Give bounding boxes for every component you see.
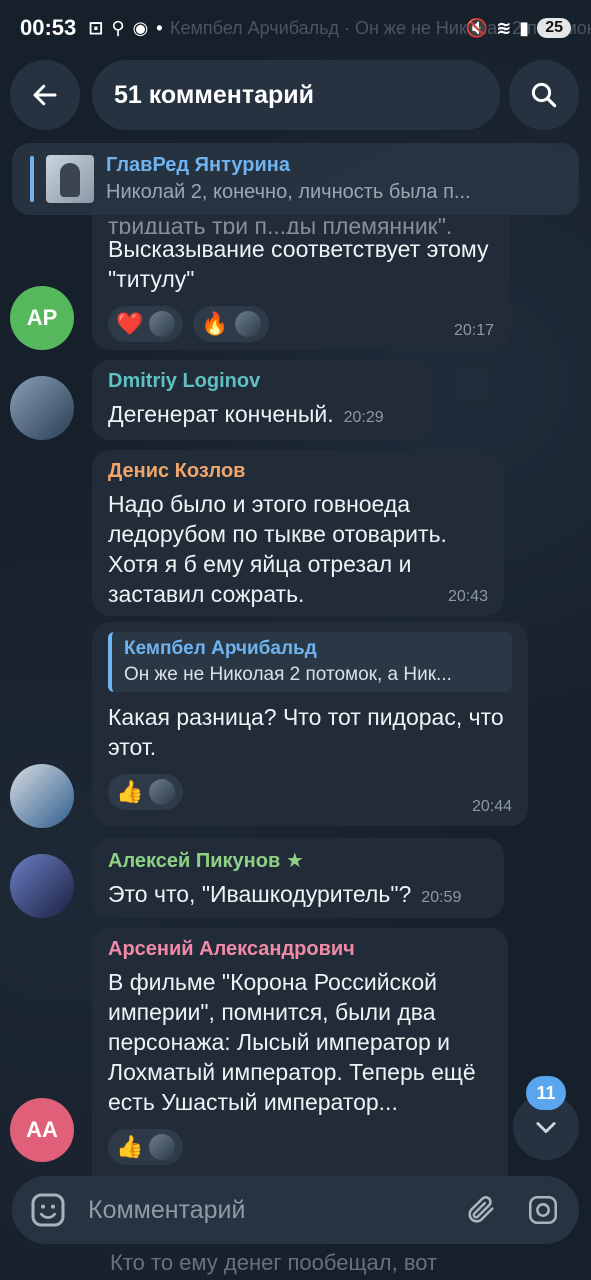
- unread-count-badge: 11: [526, 1076, 566, 1110]
- wifi-icon: ≋: [496, 17, 512, 38]
- message-time: 20:43: [447, 588, 488, 605]
- screen: Кемпбел Арчибальд · Он же не Николая 2 п…: [0, 0, 591, 1280]
- reactor-avatar: [149, 311, 176, 337]
- message-bubble[interactable]: Кемпбел Арчибальд Он же не Николая 2 пот…: [92, 622, 528, 826]
- message-text: В фильме "Корона Российской империи", по…: [108, 969, 476, 1115]
- thumbs-up-icon: 👍: [116, 1134, 144, 1159]
- pinned-accent-bar: [30, 156, 34, 202]
- title-text: 51 комментарий: [114, 80, 315, 109]
- message-time: 20:17: [453, 322, 494, 339]
- arrow-left-icon: [33, 84, 57, 106]
- camera-icon: [528, 1195, 558, 1225]
- message-bubble[interactable]: тридцать три п...ды племянник". Высказыв…: [92, 200, 510, 350]
- thumbs-up-icon: 👍: [116, 779, 144, 804]
- message-author: Арсений Александрович: [108, 938, 355, 960]
- message-text-row: Дегенерат конченый. 20:29: [108, 399, 416, 433]
- message-text: Это что, "Ивашкодуритель"?: [108, 881, 412, 907]
- paperclip-icon: [468, 1196, 494, 1223]
- status-bar: 00:53 ⊡ ⚲ ◉ • 🔇 ≋ ▮ 25: [0, 0, 591, 56]
- reaction-heart[interactable]: ❤️: [108, 306, 184, 342]
- message-author-row: Алексей Пикунов ★: [108, 848, 488, 873]
- background-faded-text: Кто то ему денег пообещал, вот: [110, 1250, 438, 1275]
- pinned-thumbnail: [46, 155, 94, 203]
- message-bubble[interactable]: Dmitriy Loginov Дегенерат конченый. 20:29: [92, 360, 432, 440]
- reaction-thumbs-up[interactable]: 👍: [108, 1129, 184, 1165]
- message-author: Денис Козлов: [108, 460, 246, 482]
- pinned-post[interactable]: ГлавРед Янтурина Николай 2, конечно, лич…: [12, 143, 579, 215]
- reactions: ❤️ 🔥: [108, 306, 494, 342]
- page-title: 51 комментарий: [92, 60, 500, 130]
- attach-button[interactable]: [461, 1190, 501, 1230]
- reactor-avatar: [149, 779, 176, 805]
- reaction-thumbs-up[interactable]: 👍: [108, 774, 184, 810]
- reactor-avatar: [234, 311, 261, 337]
- message-author: Dmitriy Loginov: [108, 370, 261, 392]
- reply-quote[interactable]: Кемпбел Арчибальд Он же не Николая 2 пот…: [108, 632, 512, 692]
- comment-input-bar: [12, 1176, 579, 1244]
- message-bubble[interactable]: Арсений Александрович В фильме "Корона Р…: [92, 928, 508, 1188]
- message-bubble[interactable]: Денис Козлов Надо было и этого говноеда …: [92, 450, 504, 616]
- star-icon: ★: [285, 850, 304, 872]
- search-icon: ⚲: [111, 17, 125, 38]
- avatar[interactable]: [10, 854, 74, 918]
- reaction-fire[interactable]: 🔥: [193, 306, 269, 342]
- avatar[interactable]: [10, 764, 74, 828]
- reactions: 👍: [108, 774, 512, 810]
- avatar[interactable]: [10, 376, 74, 440]
- chevron-down-icon: [536, 1122, 556, 1134]
- app-icon: ◉: [132, 17, 149, 38]
- comment-input[interactable]: [86, 1194, 439, 1226]
- message-text: Надо было и этого говноеда ледорубом по …: [108, 491, 447, 607]
- pinned-text-group: ГлавРед Янтурина Николай 2, конечно, лич…: [106, 154, 506, 204]
- message-text-partial: тридцать три п...ды племянник".: [108, 218, 453, 234]
- pinned-name: ГлавРед Янтурина: [106, 154, 291, 176]
- message-text-row: Это что, "Ивашкодуритель"? 20:59: [108, 879, 488, 913]
- status-time: 00:53: [20, 15, 77, 40]
- message-time: 20:59: [421, 889, 462, 906]
- message-text: Дегенерат конченый.: [108, 401, 334, 427]
- avatar-initials: AP: [26, 305, 58, 330]
- message-time: 20:29: [343, 409, 384, 426]
- status-left-icons: ⊡ ⚲ ◉ •: [88, 18, 162, 39]
- camera-button[interactable]: [523, 1190, 563, 1230]
- quote-author: Кемпбел Арчибальд: [124, 638, 317, 659]
- pinned-text: Николай 2, конечно, личность была п...: [106, 181, 471, 203]
- mute-icon: 🔇: [465, 17, 489, 38]
- battery-badge: 25: [537, 18, 571, 38]
- avatar[interactable]: AA: [10, 1098, 74, 1162]
- message-bubble[interactable]: Алексей Пикунов ★ Это что, "Ивашкодурите…: [92, 838, 504, 918]
- message-author: Алексей Пикунов: [108, 850, 281, 872]
- avatar[interactable]: AP: [10, 286, 74, 350]
- search-button[interactable]: [509, 60, 579, 130]
- heart-icon: ❤️: [116, 311, 144, 336]
- status-right-icons: 🔇 ≋ ▮ 25: [466, 18, 571, 39]
- sticker-icon[interactable]: [28, 1190, 68, 1230]
- message-text: Какая разница? Что тот пидорас, что этот…: [108, 704, 504, 760]
- fire-icon: 🔥: [201, 311, 229, 336]
- header: 51 комментарий: [0, 60, 591, 132]
- signal-icon: ▮: [519, 17, 530, 38]
- back-button[interactable]: [10, 60, 80, 130]
- avatar-initials: AA: [26, 1117, 58, 1142]
- screen-record-icon: ⊡: [88, 17, 104, 38]
- message-time: 20:44: [471, 798, 512, 815]
- quote-text: Он же не Николая 2 потомок, а Ник...: [124, 664, 452, 685]
- message-text: Высказывание соответствует этому "титулу…: [108, 236, 489, 292]
- dot-icon: •: [156, 17, 163, 38]
- search-icon: [531, 82, 557, 108]
- reactor-avatar: [149, 1134, 176, 1160]
- reactions: 👍: [108, 1129, 492, 1165]
